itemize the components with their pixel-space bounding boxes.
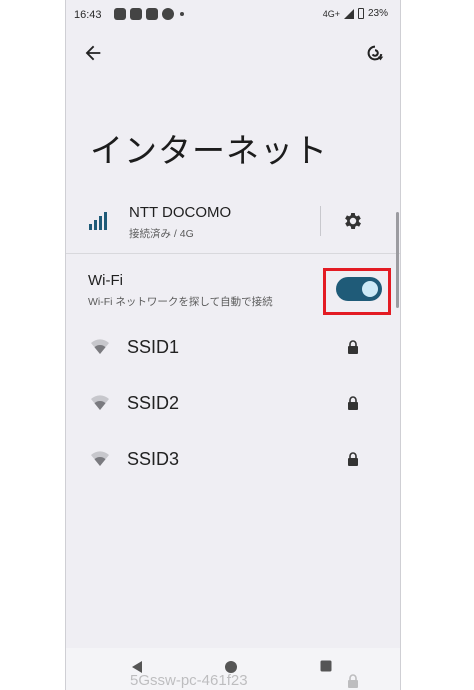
network-ssid: SSID2 [127,393,180,413]
page-title: インターネット [90,131,328,170]
gear-icon[interactable] [342,210,364,232]
carrier-divider [320,206,321,236]
signal-strength-icon [343,8,354,19]
phone-screen: 16:43 4G+ 23% インターネット NTT DOCOMO 接続済み / … [65,0,401,690]
lock-icon [348,674,358,688]
carrier-name: NTT DOCOMO [129,204,232,221]
top-app-bar [66,36,400,70]
carrier-row[interactable]: NTT DOCOMO 接続済み / 4G [66,198,400,250]
lock-icon [348,452,358,466]
notification-account-icon [162,8,174,20]
notification-shield-icon [146,8,158,20]
nav-recents-icon[interactable] [320,660,332,672]
wifi-icon [91,395,109,410]
lock-icon [348,396,358,410]
wifi-toggle[interactable] [336,277,382,301]
wifi-toggle-row[interactable]: Wi-Fi Wi-Fi ネットワークを探して自動で接続 [66,268,400,315]
cellular-signal-icon [89,212,107,230]
network-list-item[interactable]: SSID3 [66,440,400,480]
network-type: 4G+ [322,8,340,19]
notification-icons [114,8,184,20]
network-ssid: SSID3 [127,449,180,469]
notification-app-icon [114,8,126,20]
carrier-status: 接続済み / 4G [129,228,194,240]
notification-more-dot [180,12,184,16]
status-right: 4G+ 23% [323,8,388,19]
battery-icon [357,8,364,19]
wifi-icon [91,451,109,466]
wifi-icon [91,339,109,354]
lock-icon [348,340,358,354]
network-list-item-partial: 5Gssw-pc-461f23 [66,672,400,690]
battery-level: 23% [367,8,388,19]
status-bar: 16:43 4G+ 23% [66,0,400,30]
sync-icon[interactable] [364,42,386,64]
notification-grid-icon [130,8,142,20]
section-divider [66,253,400,254]
toggle-knob [362,281,378,297]
network-list-item[interactable]: SSID2 [66,384,400,424]
arrow-left-icon[interactable] [82,42,104,64]
network-ssid-partial: 5Gssw-pc-461f23 [130,672,248,689]
network-ssid: SSID1 [127,337,180,357]
wifi-subtitle: Wi-Fi ネットワークを探して自動で接続 [88,296,273,308]
network-list-item[interactable]: SSID1 [66,328,400,368]
wifi-title: Wi-Fi [88,272,123,289]
status-time: 16:43 [74,9,102,21]
